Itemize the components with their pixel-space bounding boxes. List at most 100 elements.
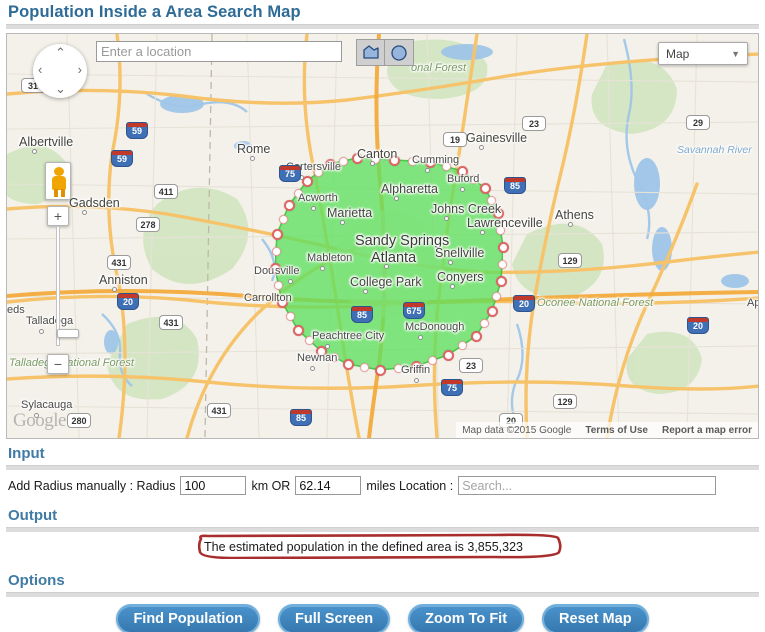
highway-shield-icon: 129 (553, 394, 577, 409)
polygon-vertex-handle[interactable] (442, 349, 454, 361)
polygon-vertex-handle[interactable] (470, 330, 482, 342)
polygon-midpoint-handle[interactable] (393, 363, 403, 373)
polygon-vertex-handle[interactable] (324, 158, 336, 170)
polygon-vertex-handle[interactable] (479, 182, 491, 194)
polygon-midpoint-handle[interactable] (407, 156, 417, 166)
zoom-control[interactable]: + − (47, 206, 79, 374)
polygon-vertex-handle[interactable] (456, 165, 468, 177)
google-logo: Google (13, 410, 66, 431)
polygon-vertex-handle[interactable] (269, 262, 281, 274)
pan-control[interactable]: ⌃ ⌄ ‹ › (33, 44, 87, 98)
city-dot-icon (450, 284, 455, 289)
polygon-draw-tool[interactable] (357, 40, 385, 65)
city-dot-icon (112, 287, 117, 292)
zoom-to-fit-button[interactable]: Zoom To Fit (408, 604, 525, 632)
polygon-midpoint-handle[interactable] (314, 168, 323, 177)
circle-draw-tool[interactable] (385, 40, 413, 65)
city-dot-icon (568, 222, 573, 227)
highway-shield-icon: 20 (117, 293, 139, 310)
polygon-midpoint-handle[interactable] (441, 162, 451, 171)
action-buttons: Find Population Full Screen Zoom To Fit Res… (0, 597, 765, 632)
polygon-vertex-handle[interactable] (388, 154, 400, 166)
highway-shield-icon: 675 (403, 302, 425, 319)
title-divider (6, 24, 759, 29)
polygon-vertex-handle[interactable] (276, 296, 288, 308)
polygon-vertex-handle[interactable] (486, 305, 498, 317)
terms-of-use-link[interactable]: Terms of Use (585, 425, 648, 436)
highway-shield-icon: 431 (207, 403, 231, 418)
polygon-vertex-handle[interactable] (342, 358, 354, 370)
polygon-midpoint-handle[interactable] (469, 175, 478, 184)
polygon-vertex-handle[interactable] (424, 156, 436, 168)
city-dot-icon (82, 210, 87, 215)
city-dot-icon (425, 168, 430, 173)
input-section-heading: Input (8, 445, 45, 462)
report-map-error-link[interactable]: Report a map error (662, 425, 752, 436)
polygon-midpoint-handle[interactable] (496, 225, 505, 235)
polygon-vertex-handle[interactable] (271, 228, 283, 240)
polygon-midpoint-handle[interactable] (427, 356, 437, 365)
polygon-midpoint-handle[interactable] (274, 280, 283, 290)
circle-icon (391, 44, 407, 61)
zoom-slider-track[interactable] (56, 226, 79, 346)
map-attribution-bar: Map data ©2015 Google Terms of Use Repor… (456, 422, 758, 438)
pegman-body (52, 176, 66, 190)
pan-up-icon[interactable]: ⌃ (55, 45, 66, 61)
zoom-slider-thumb[interactable] (57, 329, 79, 338)
zoom-in-button[interactable]: + (47, 206, 69, 226)
polygon-midpoint-handle[interactable] (278, 215, 288, 224)
highway-shield-icon: 431 (107, 255, 131, 270)
polygon-midpoint-handle[interactable] (492, 291, 501, 301)
city-dot-icon (363, 289, 368, 294)
polygon-midpoint-handle[interactable] (285, 311, 295, 321)
polygon-vertex-handle[interactable] (492, 207, 504, 219)
polygon-vertex-handle[interactable] (292, 324, 304, 336)
polygon-vertex-handle[interactable] (410, 360, 422, 372)
map-location-search-input[interactable] (96, 41, 342, 62)
map-data-attribution: Map data ©2015 Google (462, 424, 572, 436)
reset-map-button[interactable]: Reset Map (542, 604, 649, 632)
polygon-midpoint-handle[interactable] (359, 362, 369, 372)
city-dot-icon (250, 156, 255, 161)
polygon-vertex-handle[interactable] (495, 275, 507, 287)
city-dot-icon (32, 149, 37, 154)
pan-down-icon[interactable]: ⌄ (55, 81, 66, 97)
polygon-vertex-handle[interactable] (374, 364, 386, 376)
polygon-vertex-handle[interactable] (351, 152, 363, 164)
polygon-midpoint-handle[interactable] (497, 259, 507, 269)
polygon-midpoint-handle[interactable] (339, 156, 348, 166)
draw-tools-toolbar[interactable] (356, 39, 414, 66)
polygon-vertex-handle[interactable] (497, 241, 509, 253)
city-dot-icon (414, 378, 419, 383)
radius-miles-input[interactable] (295, 476, 362, 495)
city-dot-icon (311, 206, 316, 211)
zoom-out-button[interactable]: − (47, 354, 69, 374)
pan-left-icon[interactable]: ‹ (38, 62, 42, 77)
city-dot-icon (340, 220, 345, 225)
polygon-vertex-handle[interactable] (283, 199, 295, 211)
find-population-button[interactable]: Find Population (116, 604, 260, 632)
map-type-dropdown[interactable]: Map ▼ (658, 42, 748, 65)
radius-label: Add Radius manually : Radius (8, 478, 176, 493)
pegman-leg-left (54, 189, 58, 197)
pegman-streetview-icon[interactable] (45, 162, 71, 200)
polygon-midpoint-handle[interactable] (457, 341, 467, 350)
polygon-midpoint-handle[interactable] (330, 353, 339, 362)
polygon-midpoint-handle[interactable] (479, 319, 489, 328)
km-or-label: km OR (251, 478, 291, 493)
highway-shield-icon: 431 (159, 315, 183, 330)
highway-shield-icon: 129 (558, 253, 582, 268)
pan-right-icon[interactable]: › (78, 62, 82, 77)
options-section-heading: Options (8, 572, 65, 589)
polygon-midpoint-handle[interactable] (305, 336, 314, 345)
polygon-midpoint-handle[interactable] (487, 196, 496, 205)
highway-shield-icon: 19 (443, 132, 467, 147)
polygon-midpoint-handle[interactable] (271, 246, 281, 256)
polygon-midpoint-handle[interactable] (293, 188, 303, 198)
city-dot-icon (325, 344, 330, 349)
full-screen-button[interactable]: Full Screen (277, 604, 391, 632)
location-search-input[interactable] (458, 476, 717, 495)
radius-km-input[interactable] (180, 476, 247, 495)
pegman-head (54, 167, 64, 176)
map-container[interactable]: Albertville Gadsden Anniston Talladega Sylac… (6, 33, 759, 439)
